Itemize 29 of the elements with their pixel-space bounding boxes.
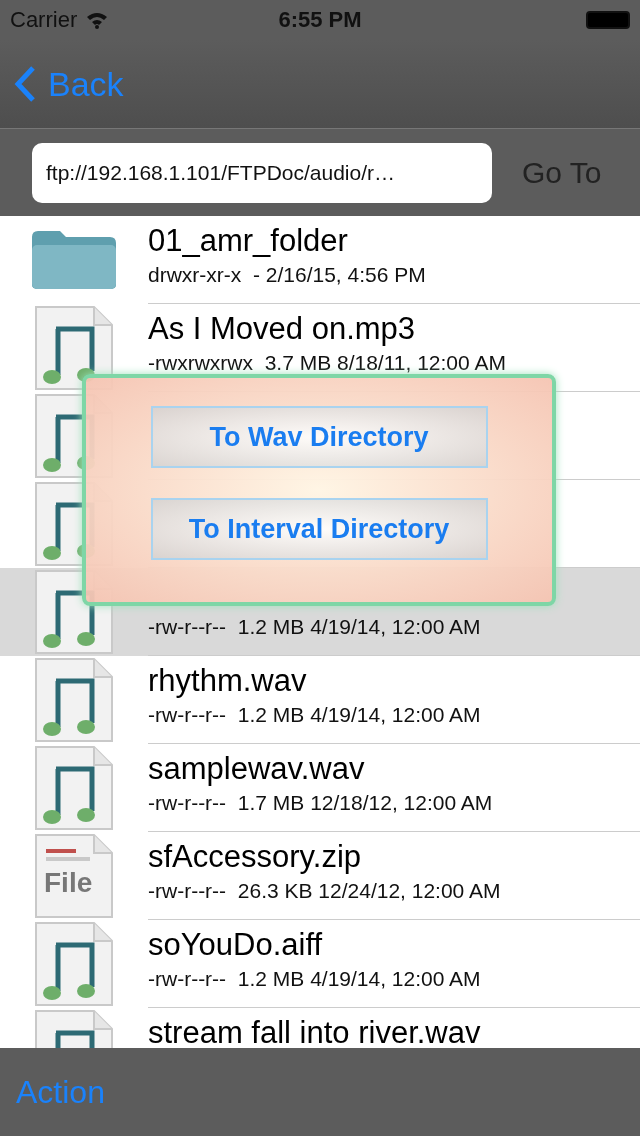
file-name: 01_amr_folder	[148, 223, 349, 259]
file-details: -rw-r--r-- 26.3 KB 12/24/12, 12:00 AM	[148, 879, 502, 903]
file-details: -rwxrwxrwx 3.7 MB 8/18/11, 12:00 AM	[148, 351, 507, 375]
carrier-name: Carrier	[10, 7, 78, 33]
file-details: drwxr-xr-x - 2/16/15, 4:56 PM	[148, 263, 427, 287]
file-label: File	[44, 867, 93, 899]
music-note-icon	[32, 305, 116, 391]
battery-icon	[586, 11, 630, 29]
music-note-icon	[32, 745, 116, 831]
address-field[interactable]: ftp://192.168.1.101/FTPDoc/audio/r…	[32, 142, 492, 203]
document-icon	[32, 833, 116, 919]
directory-button[interactable]: To Wav Directory	[150, 406, 488, 468]
file-details: -rw-r--r-- 1.2 MB 4/19/14, 12:00 AM	[148, 967, 482, 991]
file-name: sfAccessory.zip	[148, 839, 363, 875]
file-name: samplewav.wav	[148, 751, 366, 787]
music-note-icon	[32, 657, 116, 743]
file-name: soYouDo.aiff	[148, 927, 324, 963]
file-name: stream fall into river.wav	[148, 1015, 482, 1048]
folder-icon	[30, 229, 118, 291]
chevron-left-icon	[14, 65, 36, 103]
file-details: -rw-r--r-- 1.7 MB 12/18/12, 12:00 AM	[148, 791, 494, 815]
clock: 6:55 PM	[277, 7, 363, 33]
file-name: As I Moved on.mp3	[148, 311, 417, 347]
wifi-icon	[85, 11, 110, 29]
directory-button[interactable]: To Interval Directory	[150, 498, 488, 560]
file-name: rhythm.wav	[148, 663, 308, 699]
music-note-icon	[32, 921, 116, 1007]
file-details: -rw-r--r-- 1.2 MB 4/19/14, 12:00 AM	[148, 615, 482, 639]
file-details: -rw-r--r-- 1.2 MB 4/19/14, 12:00 AM	[148, 703, 482, 727]
